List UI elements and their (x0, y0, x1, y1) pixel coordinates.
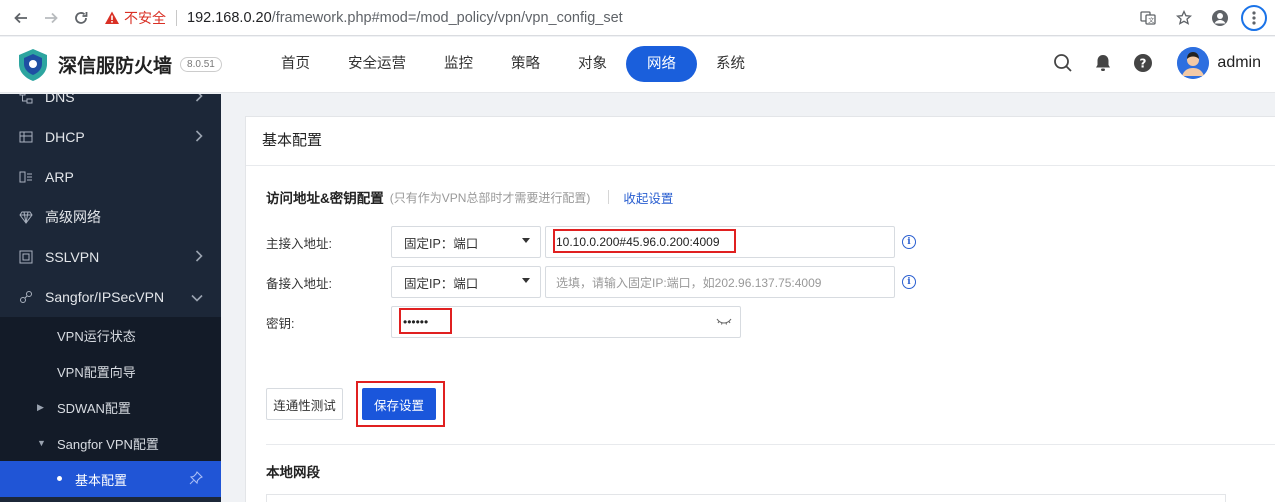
info-icon[interactable]: i (902, 275, 916, 289)
nav-security-ops[interactable]: 安全运营 (329, 46, 425, 82)
section-divider (266, 444, 1275, 445)
backup-address-type-select[interactable]: 固定IP：端口 (391, 266, 541, 298)
backup-address-row: 备接入地址: 固定IP：端口 选填，请输入固定IP:端口，如202.96.137… (266, 266, 916, 298)
nav-home[interactable]: 首页 (262, 46, 329, 82)
info-icon[interactable]: i (902, 235, 916, 249)
sidebar-item-vpn-wizard[interactable]: VPN配置向导 (0, 353, 221, 389)
sidebar-item-arp[interactable]: ARP (0, 157, 221, 197)
nav-monitor[interactable]: 监控 (425, 46, 492, 82)
sidebar-item-dns[interactable]: DNS (0, 94, 221, 117)
browser-toolbar: 不安全 192.168.0.20/framework.php#mod=/mod_… (0, 0, 1275, 36)
svg-text:文: 文 (1148, 17, 1154, 25)
nav-network[interactable]: 网络 (626, 46, 697, 82)
key-row: 密钥: •••••• (266, 306, 741, 338)
arp-icon (18, 169, 34, 185)
section-header: 访问地址&密钥配置 (只有作为VPN总部时才需要进行配置) 收起设置 (266, 187, 673, 207)
nav-policy[interactable]: 策略 (492, 46, 559, 82)
sidebar-item-sslvpn[interactable]: SSLVPN (0, 237, 221, 277)
avatar[interactable] (1177, 47, 1210, 79)
svg-text:?: ? (1140, 57, 1147, 71)
sidebar-item-label: SSLVPN (45, 249, 100, 265)
pin-icon[interactable] (189, 470, 203, 488)
local-segment-table (266, 494, 1226, 502)
bell-icon[interactable] (1087, 47, 1119, 79)
sidebar-item-dhcp[interactable]: DHCP (0, 117, 221, 157)
basic-config-panel: 基本配置 访问地址&密钥配置 (只有作为VPN总部时才需要进行配置) 收起设置 … (245, 116, 1275, 502)
sidebar-item-sdwan-config[interactable]: ▶ SDWAN配置 (0, 389, 221, 425)
ipsec-vpn-icon (18, 289, 34, 305)
reload-icon[interactable] (66, 3, 96, 33)
eye-closed-icon[interactable] (716, 316, 732, 329)
primary-address-label: 主接入地址: (266, 236, 332, 251)
help-icon[interactable]: ? (1127, 47, 1159, 79)
sidebar-item-label: SDWAN配置 (57, 400, 131, 416)
version-badge: 8.0.51 (180, 57, 222, 72)
dns-icon (18, 94, 34, 105)
sidebar: DNS DHCP ARP 高级网络 SSLVPN Sangfor/IPSecVP… (0, 94, 221, 502)
caret-down-icon (522, 238, 530, 243)
dhcp-icon (18, 129, 34, 145)
chevron-right-icon (195, 249, 203, 265)
chevron-right-icon (195, 129, 203, 145)
panel-title: 基本配置 (246, 117, 1275, 166)
search-icon[interactable] (1047, 47, 1079, 79)
section-title: 访问地址&密钥配置 (266, 191, 384, 206)
insecure-label: 不安全 (124, 9, 166, 26)
app-header: 深信服防火墙 8.0.51 首页 安全运营 监控 策略 对象 网络 系统 ? a… (0, 37, 1275, 93)
sidebar-item-label: 高级网络 (45, 209, 101, 225)
advanced-network-icon (18, 209, 34, 225)
sidebar-item-advanced-network[interactable]: 高级网络 (0, 197, 221, 237)
bullet-dot-icon (57, 476, 62, 481)
nav-objects[interactable]: 对象 (559, 46, 626, 82)
backup-address-label: 备接入地址: (266, 276, 332, 291)
highlight-box-key (399, 308, 452, 334)
backup-address-input[interactable]: 选填，请输入固定IP:端口，如202.96.137.75:4009 (545, 266, 895, 298)
section-note: (只有作为VPN总部时才需要进行配置) (389, 190, 591, 205)
sslvpn-icon (18, 249, 34, 265)
brand-name: 深信服防火墙 (58, 56, 173, 77)
divider (608, 190, 610, 204)
sidebar-item-label: DHCP (45, 129, 85, 145)
sangfor-logo (19, 48, 47, 81)
warning-icon (105, 11, 119, 24)
translate-icon[interactable]: 文 (1133, 3, 1163, 33)
sidebar-item-ipsec-vpn[interactable]: Sangfor/IPSecVPN (0, 277, 221, 317)
sidebar-item-sangfor-vpn-config[interactable]: ▼ Sangfor VPN配置 (0, 425, 221, 461)
username[interactable]: admin (1217, 54, 1261, 72)
highlight-box-primary-address (553, 229, 736, 253)
key-label: 密钥: (266, 316, 295, 331)
browser-menu-icon[interactable] (1241, 5, 1267, 31)
url-separator (176, 9, 177, 26)
connectivity-test-button[interactable]: 连通性测试 (266, 388, 343, 420)
back-arrow-icon[interactable] (6, 3, 36, 33)
chevron-right-icon (195, 94, 203, 105)
main-content: 基本配置 访问地址&密钥配置 (只有作为VPN总部时才需要进行配置) 收起设置 … (221, 94, 1275, 502)
sidebar-item-label: Sangfor VPN配置 (57, 436, 159, 452)
sidebar-item-label: Sangfor/IPSecVPN (45, 289, 165, 305)
main-nav: 首页 安全运营 监控 策略 对象 网络 系统 (262, 46, 764, 82)
forward-arrow-icon[interactable] (36, 3, 66, 33)
caret-down-icon (522, 278, 530, 283)
sidebar-item-label: 基本配置 (75, 472, 128, 488)
sidebar-item-basic-config[interactable]: 基本配置 (0, 461, 221, 497)
caret-right-icon: ▶ (37, 401, 44, 412)
sidebar-item-label: DNS (45, 94, 75, 105)
sidebar-item-label: ARP (45, 169, 74, 185)
chevron-down-icon (191, 289, 203, 305)
highlight-box-save-button (356, 381, 445, 427)
sidebar-submenu: VPN运行状态 VPN配置向导 ▶ SDWAN配置 ▼ Sangfor VPN配… (0, 317, 221, 497)
local-segment-title: 本地网段 (266, 465, 320, 480)
bookmark-star-icon[interactable] (1169, 3, 1199, 33)
url-text: 192.168.0.20/framework.php#mod=/mod_poli… (187, 9, 623, 26)
collapse-settings-link[interactable]: 收起设置 (623, 188, 673, 207)
profile-icon[interactable] (1205, 3, 1235, 33)
caret-down-icon: ▼ (37, 438, 46, 448)
nav-system[interactable]: 系统 (697, 46, 764, 82)
primary-address-type-select[interactable]: 固定IP：端口 (391, 226, 541, 258)
sidebar-item-vpn-status[interactable]: VPN运行状态 (0, 317, 221, 353)
address-bar[interactable]: 不安全 192.168.0.20/framework.php#mod=/mod_… (104, 4, 623, 32)
